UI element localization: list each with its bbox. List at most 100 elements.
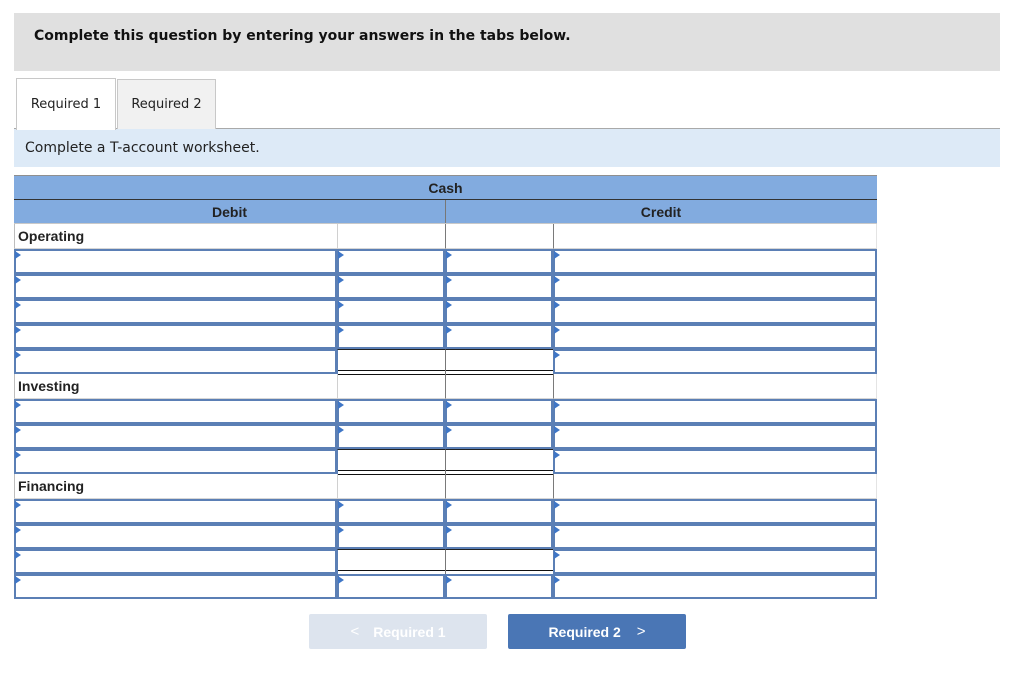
credit-amount-input[interactable] (445, 249, 553, 274)
entry-row (14, 499, 877, 524)
debit-total-cell (337, 349, 445, 375)
credit-account-input[interactable] (553, 549, 877, 574)
blank-cell (553, 374, 877, 399)
credit-amount-input[interactable] (445, 424, 553, 449)
blank-cell (445, 224, 553, 249)
t-account-worksheet: Cash Debit Credit Operating Investing Fina… (14, 175, 877, 599)
credit-account-input[interactable] (553, 349, 877, 374)
credit-account-input[interactable] (553, 424, 877, 449)
credit-account-input[interactable] (553, 299, 877, 324)
debit-account-input[interactable] (14, 349, 337, 374)
debit-account-input[interactable] (14, 524, 337, 549)
section-label-financing: Financing (14, 474, 337, 499)
credit-account-input[interactable] (553, 449, 877, 474)
debit-account-input-cell (14, 274, 337, 299)
credit-total-cell (445, 349, 553, 375)
next-required-2-button[interactable]: Required 2 > (508, 614, 686, 649)
tab-required-2[interactable]: Required 2 (117, 79, 216, 129)
credit-amount-input-cell (445, 274, 553, 299)
section-label-operating: Operating (14, 224, 337, 249)
credit-account-input[interactable] (553, 499, 877, 524)
credit-account-input-cell (553, 324, 877, 349)
credit-account-input-cell (553, 349, 877, 374)
debit-account-input-cell (14, 499, 337, 524)
debit-account-input-cell (14, 449, 337, 474)
credit-amount-input[interactable] (445, 274, 553, 299)
debit-account-input[interactable] (14, 449, 337, 474)
blank-cell (337, 474, 445, 499)
debit-amount-input-cell (337, 249, 445, 274)
debit-account-input-cell (14, 249, 337, 274)
credit-account-input[interactable] (553, 274, 877, 299)
debit-account-input[interactable] (14, 574, 337, 599)
credit-amount-input[interactable] (445, 399, 553, 424)
debit-account-input[interactable] (14, 549, 337, 574)
blank-cell (337, 374, 445, 399)
debit-amount-input[interactable] (337, 249, 445, 274)
debit-account-input[interactable] (14, 424, 337, 449)
debit-amount-input-cell (337, 324, 445, 349)
credit-header: Credit (640, 204, 682, 220)
credit-total-cell (445, 549, 553, 575)
credit-account-input-cell (553, 299, 877, 324)
debit-amount-input-cell (337, 399, 445, 424)
account-title: Cash (428, 180, 463, 196)
debit-amount-input[interactable] (337, 299, 445, 324)
blank-cell (553, 224, 877, 249)
debit-total-cell (337, 449, 445, 475)
credit-account-input-cell (553, 424, 877, 449)
credit-account-input[interactable] (553, 249, 877, 274)
debit-account-input-cell (14, 349, 337, 374)
debit-account-input-cell (14, 399, 337, 424)
credit-account-input[interactable] (553, 399, 877, 424)
column-header-row: Debit Credit (14, 200, 877, 224)
chevron-right-icon: > (636, 623, 646, 640)
debit-amount-input[interactable] (337, 499, 445, 524)
credit-amount-input[interactable] (445, 524, 553, 549)
debit-amount-input-cell (337, 299, 445, 324)
credit-amount-input[interactable] (445, 499, 553, 524)
credit-amount-input-cell (445, 249, 553, 274)
entry-row (14, 574, 877, 599)
debit-amount-input-cell (337, 274, 445, 299)
debit-amount-input[interactable] (337, 524, 445, 549)
credit-amount-input[interactable] (445, 324, 553, 349)
credit-account-input-cell (553, 449, 877, 474)
total-row (14, 349, 877, 375)
debit-amount-input-cell (337, 424, 445, 449)
debit-amount-input[interactable] (337, 324, 445, 349)
section-label-investing: Investing (14, 374, 337, 399)
total-row (14, 549, 877, 575)
credit-account-input[interactable] (553, 524, 877, 549)
section-label-row: Investing (14, 374, 877, 399)
debit-amount-input[interactable] (337, 274, 445, 299)
credit-account-input-cell (553, 549, 877, 574)
entry-row (14, 324, 877, 349)
debit-account-input[interactable] (14, 324, 337, 349)
credit-amount-input[interactable] (445, 299, 553, 324)
debit-amount-input[interactable] (337, 574, 445, 599)
debit-account-input[interactable] (14, 299, 337, 324)
instruction-text: Complete this question by entering your … (34, 28, 571, 44)
debit-account-input[interactable] (14, 249, 337, 274)
instruction-banner: Complete this question by entering your … (14, 13, 1000, 71)
sub-instruction-bar: Complete a T-account worksheet. (14, 129, 1000, 167)
debit-account-input[interactable] (14, 274, 337, 299)
prev-required-1-button[interactable]: < Required 1 (309, 614, 487, 649)
debit-account-input[interactable] (14, 499, 337, 524)
entry-row (14, 399, 877, 424)
debit-account-input[interactable] (14, 399, 337, 424)
credit-amount-input[interactable] (445, 574, 553, 599)
tab-required-1[interactable]: Required 1 (16, 78, 116, 130)
credit-account-input[interactable] (553, 324, 877, 349)
credit-amount-input-cell (445, 424, 553, 449)
debit-amount-input-cell (337, 574, 445, 599)
credit-amount-input-cell (445, 324, 553, 349)
entry-row (14, 299, 877, 324)
debit-account-input-cell (14, 574, 337, 599)
debit-amount-input[interactable] (337, 424, 445, 449)
debit-amount-input[interactable] (337, 399, 445, 424)
credit-amount-input-cell (445, 524, 553, 549)
credit-account-input[interactable] (553, 574, 877, 599)
account-header: Cash (14, 175, 877, 200)
